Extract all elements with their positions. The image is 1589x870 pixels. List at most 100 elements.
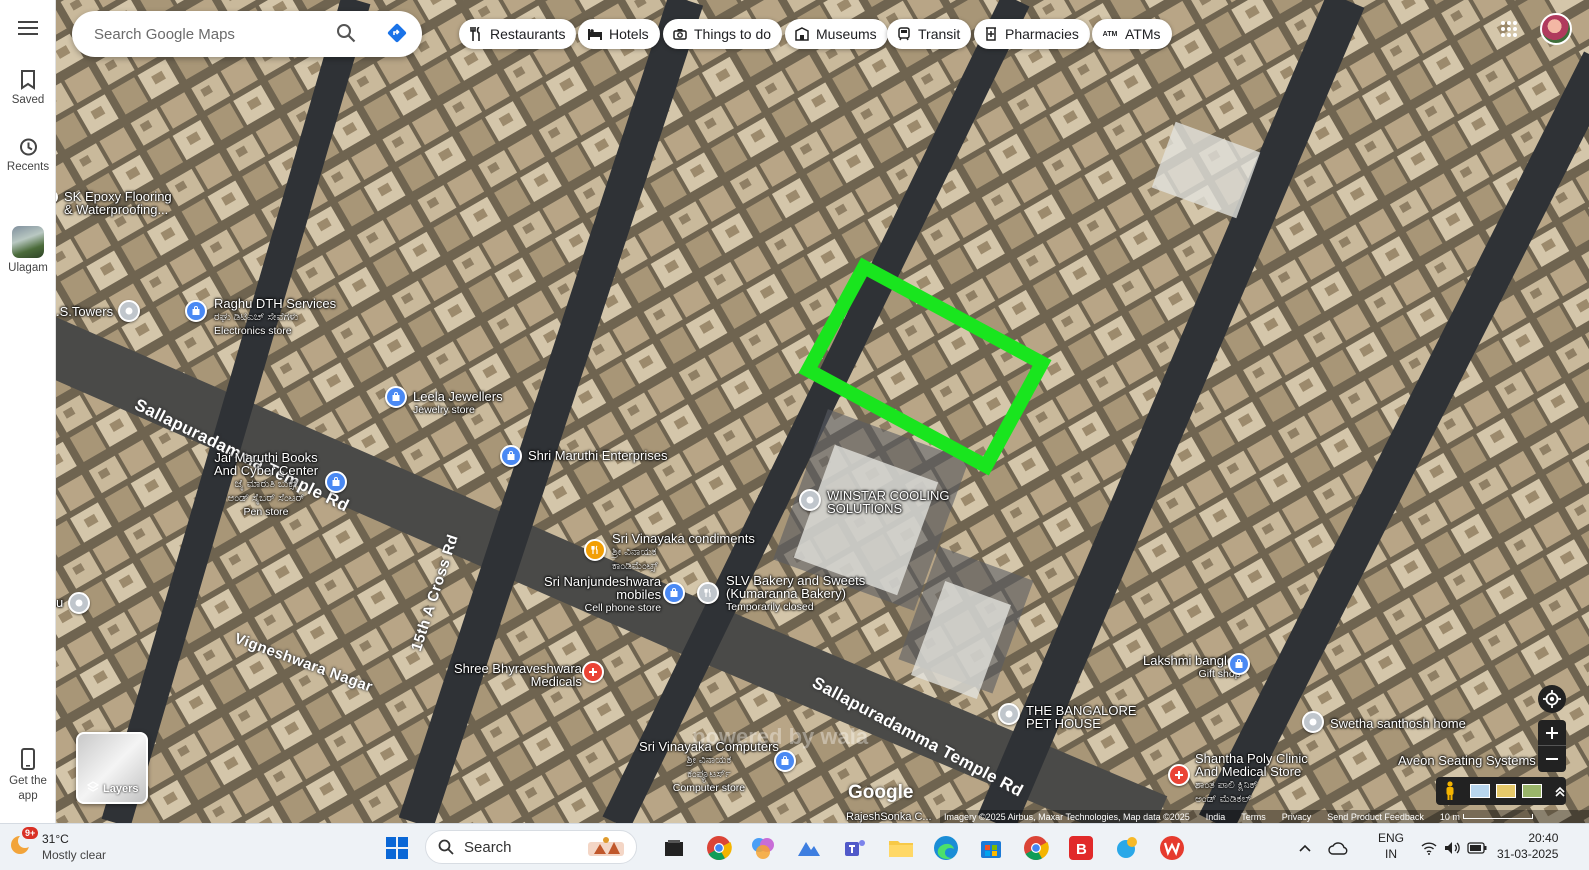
place-pin-u[interactable] — [68, 592, 90, 614]
chip-atms[interactable]: ATM ATMs — [1092, 19, 1172, 49]
shopping-bag-icon[interactable] — [185, 300, 207, 322]
zoom-in-button[interactable] — [1538, 720, 1566, 746]
shopping-bag-icon[interactable] — [774, 750, 796, 772]
get-the-app-button[interactable]: Get the app — [0, 748, 56, 804]
teams-app[interactable] — [840, 833, 870, 863]
place-pin-s-towers[interactable] — [118, 300, 140, 322]
shopping-bag-icon[interactable] — [325, 471, 347, 493]
region-link[interactable]: India — [1206, 812, 1226, 822]
clock-time: 20:40 — [1528, 831, 1559, 845]
chrome-app-active[interactable] — [704, 833, 734, 863]
chip-restaurants[interactable]: Restaurants — [459, 19, 577, 49]
my-location-button[interactable] — [1538, 685, 1566, 713]
place-pin-swetha[interactable] — [1302, 711, 1324, 733]
apps-grid-icon — [1501, 21, 1517, 37]
chip-museums-label: Museums — [816, 26, 877, 42]
chip-pharmacies[interactable]: Pharmacies — [974, 19, 1090, 49]
pharmacy-icon[interactable] — [1168, 764, 1190, 786]
language-indicator[interactable]: ENG IN — [1378, 830, 1404, 862]
place-leela-jewellers[interactable]: Leela Jewellers Jewelry store — [413, 390, 503, 417]
search-button[interactable] — [336, 23, 356, 48]
pharmacy-icon[interactable] — [582, 661, 604, 683]
map-thumbnail-2[interactable] — [1496, 784, 1516, 798]
recents-button[interactable]: Recents — [0, 137, 56, 173]
place-shantha-poly-clinic[interactable]: Shantha Poly Clinic And Medical Store ಶಾ… — [1195, 752, 1308, 806]
map-type-strip[interactable] — [1436, 777, 1566, 805]
weather-widget[interactable]: 9+ 31°C Mostly clear — [8, 827, 106, 863]
saved-button[interactable]: Saved — [0, 70, 56, 106]
place-winstar[interactable]: WINSTAR COOLING SOLUTIONS — [827, 489, 950, 515]
system-clock[interactable]: 20:40 31-03-2025 — [1497, 830, 1558, 862]
map-thumbnail-3[interactable] — [1522, 784, 1542, 798]
recent-place-ulagam[interactable]: Ulagam — [0, 226, 56, 274]
feedback-link[interactable]: Send Product Feedback — [1327, 812, 1424, 822]
zoom-out-button[interactable] — [1538, 746, 1566, 772]
wps-app[interactable] — [1157, 833, 1187, 863]
fork-knife-icon[interactable] — [697, 582, 719, 604]
chevron-up-icon[interactable] — [1554, 785, 1566, 797]
place-rajesh[interactable]: RajeshSonka C... — [846, 811, 932, 823]
map-thumbnail-1[interactable] — [1470, 784, 1490, 798]
shopping-bag-icon[interactable] — [1228, 653, 1250, 675]
place-bhyraveshwara[interactable]: Shree Bhyraveshwara Medicals — [454, 662, 582, 688]
scale-label[interactable]: 10 m — [1440, 812, 1533, 822]
place-sri-vinayaka-condiments[interactable]: Sri Vinayaka condiments ಶ್ರೀ ವಿನಾಯಕ ಕಾಂಡ… — [612, 532, 755, 573]
place-shri-maruthi[interactable]: Shri Maruthi Enterprises — [528, 449, 667, 462]
chip-pharmacies-label: Pharmacies — [1005, 26, 1079, 42]
b-app[interactable]: B — [1066, 833, 1096, 863]
chip-hotels[interactable]: Hotels — [578, 19, 660, 49]
place-sri-vinayaka-computers[interactable]: Sri Vinayaka Computers ಶ್ರೀ ವಿನಾಯಕ ಕಂಪ್ಯ… — [639, 740, 779, 795]
hamburger-menu-icon — [18, 21, 38, 35]
place-lakshmi-bangles[interactable]: Lakshmi bangles Gift shop — [1143, 654, 1241, 681]
menu-button[interactable] — [0, 20, 56, 40]
onedrive-button[interactable] — [1323, 833, 1353, 863]
place-sri-nanjundeshwara[interactable]: Sri Nanjundeshwara mobiles Cell phone st… — [544, 575, 661, 615]
chrome-app[interactable] — [1021, 833, 1051, 863]
photos-app[interactable] — [794, 833, 824, 863]
store-app[interactable] — [976, 833, 1006, 863]
shopping-bag-icon[interactable] — [663, 582, 685, 604]
account-avatar[interactable] — [1540, 13, 1572, 45]
bird-app[interactable] — [1112, 833, 1142, 863]
layers-button[interactable]: Layers — [76, 732, 148, 804]
satellite-map[interactable]: Sallapuradamma Temple Rd Sallapuradamma … — [56, 0, 1589, 823]
windows-start-button[interactable] — [382, 833, 412, 863]
place-jai-maruthi[interactable]: Jai Maruthi Books And Cyber Center ಜೈ ಮಾ… — [214, 451, 318, 519]
place-slv-bakery[interactable]: SLV Bakery and Sweets (Kumaranna Bakery)… — [726, 574, 865, 614]
copilot-app[interactable] — [748, 833, 778, 863]
privacy-link[interactable]: Privacy — [1282, 812, 1312, 822]
fork-knife-icon[interactable] — [584, 539, 606, 561]
shopping-bag-icon[interactable] — [500, 445, 522, 467]
task-view-button[interactable] — [659, 833, 689, 863]
chip-transit[interactable]: Transit — [887, 19, 972, 49]
weather-badge: 9+ — [22, 827, 39, 839]
chip-museums[interactable]: Museums — [785, 19, 888, 49]
search-icon — [438, 839, 454, 855]
place-raghu-dth[interactable]: Raghu DTH Services ರಘು ಡಿಟಿಎಚ್ ಸೇವೆಗಳು E… — [214, 297, 336, 338]
place-swetha-santhosh-home[interactable]: Swetha santhosh home — [1330, 717, 1466, 730]
place-sk-epoxy[interactable]: SK Epoxy Flooring & Waterproofing... — [64, 190, 182, 216]
place-s-towers[interactable]: .S.Towers — [56, 305, 113, 318]
taskbar-search[interactable]: Search — [425, 830, 637, 864]
store-icon — [981, 841, 1001, 858]
place-pin-bangalore-pet[interactable] — [998, 703, 1020, 725]
museum-icon — [794, 26, 810, 42]
show-hidden-icons-button[interactable] — [1290, 833, 1320, 863]
my-location-icon — [1543, 690, 1561, 708]
pegman-icon[interactable] — [1444, 781, 1456, 801]
directions-button[interactable] — [386, 22, 408, 49]
place-pin-winstar[interactable] — [799, 489, 821, 511]
shopping-bag-icon[interactable] — [385, 386, 407, 408]
chip-atms-label: ATMs — [1125, 26, 1161, 42]
search-input[interactable] — [94, 25, 314, 43]
google-apps-button[interactable] — [1500, 20, 1518, 43]
place-aveon-seating[interactable]: Aveon Seating Systems — [1398, 754, 1536, 767]
battery-button[interactable] — [1462, 833, 1492, 863]
edge-app[interactable] — [931, 833, 961, 863]
terms-link[interactable]: Terms — [1241, 812, 1266, 822]
file-explorer-app[interactable] — [886, 833, 916, 863]
chip-things-to-do[interactable]: Things to do — [663, 19, 783, 49]
fork-knife-icon — [468, 26, 484, 42]
place-u[interactable]: u — [56, 596, 63, 609]
place-bangalore-pet-house[interactable]: THE BANGALORE PET HOUSE — [1026, 704, 1137, 730]
